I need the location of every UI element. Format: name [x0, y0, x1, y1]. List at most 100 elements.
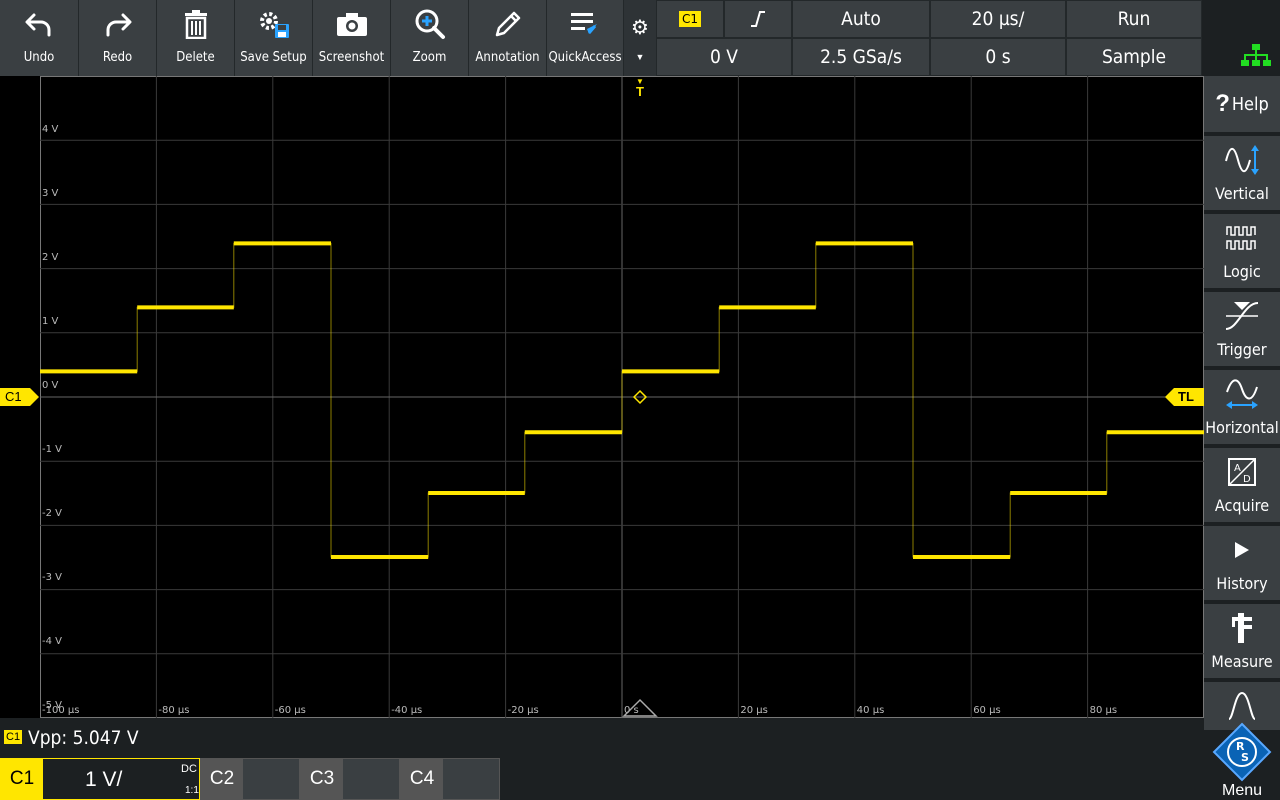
y-axis-label: 3 V: [42, 188, 59, 199]
toolbar: Undo Redo Delete Save Setup Screenshot Z…: [0, 0, 1280, 76]
vertical-label: Vertical: [1215, 184, 1269, 203]
measurement-bar: C1 Vpp: 5.047 V: [0, 718, 1204, 758]
rising-edge-icon: [751, 11, 765, 27]
zoom-label: Zoom: [412, 50, 447, 65]
x-axis-label: -20 µs: [508, 705, 539, 716]
acquire-icon: AD: [1226, 448, 1258, 496]
play-icon: [1232, 526, 1252, 574]
run-state-box[interactable]: Run: [1066, 0, 1202, 38]
save-setup-button[interactable]: Save Setup: [235, 0, 313, 76]
trigger-level-marker-label: TL: [1178, 389, 1194, 404]
y-axis-label: 2 V: [42, 252, 59, 263]
redo-label: Redo: [102, 50, 133, 65]
c1-offset-marker[interactable]: C1: [0, 388, 40, 406]
trigger-source-box[interactable]: C1: [656, 0, 724, 38]
logic-label: Logic: [1223, 262, 1261, 281]
menu-label: Menu: [1221, 782, 1263, 799]
help-button[interactable]: ? Help: [1204, 76, 1280, 134]
acquire-mode-box[interactable]: Sample: [1066, 38, 1202, 76]
history-button[interactable]: History: [1204, 526, 1280, 602]
help-icon: ?: [1215, 90, 1230, 117]
c2-channel-box[interactable]: C2: [200, 758, 300, 800]
gear-icon: ⚙: [631, 16, 649, 39]
measure-label: Measure: [1211, 652, 1273, 671]
x-axis-label: -100 µs: [42, 705, 79, 716]
horizontal-button[interactable]: Horizontal: [1204, 370, 1280, 446]
quickaccess-icon: [569, 0, 601, 48]
timebase-box[interactable]: 20 µs/: [930, 0, 1066, 38]
annotation-label: Annotation: [475, 50, 540, 65]
x-axis-label: 40 µs: [857, 705, 884, 716]
c3-label: C3: [301, 759, 343, 799]
trash-icon: [182, 0, 210, 48]
y-axis-label: -4 V: [42, 636, 62, 647]
svg-text:D: D: [1243, 474, 1251, 485]
y-axis-label: -1 V: [42, 444, 62, 455]
c2-label: C2: [201, 759, 243, 799]
trigger-level-box[interactable]: 0 V: [656, 38, 792, 76]
logic-button[interactable]: Logic: [1204, 214, 1280, 290]
x-axis-label: -40 µs: [391, 705, 422, 716]
delete-button[interactable]: Delete: [157, 0, 235, 76]
x-axis-label: -80 µs: [158, 705, 189, 716]
network-status[interactable]: [1205, 0, 1280, 76]
c1-channel-box[interactable]: C1 1 V/ DC 1:1: [0, 758, 200, 800]
svg-text:S: S: [1241, 751, 1249, 764]
pen-icon: [493, 0, 523, 48]
c1-scale: 1 V/: [85, 768, 123, 791]
settings-button[interactable]: ⚙ ▼: [624, 0, 656, 76]
undo-icon: [24, 0, 54, 48]
screenshot-button[interactable]: Screenshot: [313, 0, 391, 76]
y-axis-label: -2 V: [42, 508, 62, 519]
quickaccess-button[interactable]: QuickAccess: [547, 0, 624, 76]
vertical-button[interactable]: Vertical: [1204, 136, 1280, 212]
trigger-marker[interactable]: ▼ T: [633, 78, 647, 99]
undo-label: Undo: [23, 50, 55, 65]
trigger-label: Trigger: [1217, 340, 1267, 359]
undo-button[interactable]: Undo: [0, 0, 79, 76]
x-axis-label: 60 µs: [973, 705, 1000, 716]
annotation-button[interactable]: Annotation: [469, 0, 547, 76]
trigger-source-badge: C1: [679, 11, 702, 27]
c1-coupling: DC: [181, 763, 197, 775]
zoom-button[interactable]: Zoom: [391, 0, 469, 76]
measurement-value[interactable]: Vpp: 5.047 V: [28, 727, 139, 749]
camera-icon: [336, 0, 368, 48]
svg-text:A: A: [1234, 463, 1241, 474]
measurement-channel-badge: C1: [4, 730, 23, 744]
c3-channel-box[interactable]: C3: [300, 758, 400, 800]
horizontal-position-box[interactable]: 0 s: [930, 38, 1066, 76]
redo-button[interactable]: Redo: [79, 0, 157, 76]
save-setup-label: Save Setup: [240, 50, 307, 65]
menu-button[interactable]: R S Menu: [1204, 720, 1280, 800]
trigger-slope-box[interactable]: [724, 0, 792, 38]
x-axis-label: 80 µs: [1090, 705, 1117, 716]
trigger-mode-box[interactable]: Auto: [792, 0, 930, 38]
network-icon: [1241, 44, 1271, 66]
horizontal-label: Horizontal: [1205, 418, 1279, 437]
c1-offset-label: C1: [5, 389, 22, 404]
quickaccess-label: QuickAccess: [548, 50, 622, 65]
waveform-display[interactable]: 4 V3 V2 V1 V0 V-1 V-2 V-3 V-4 V-5 V -100…: [40, 76, 1204, 718]
c4-label: C4: [401, 759, 443, 799]
caliper-icon: [1229, 604, 1255, 652]
help-label: Help: [1231, 93, 1269, 115]
acquire-label: Acquire: [1214, 496, 1270, 515]
measure-button[interactable]: Measure: [1204, 604, 1280, 680]
c4-channel-box[interactable]: C4: [400, 758, 500, 800]
x-axis-label: -60 µs: [275, 705, 306, 716]
delete-label: Delete: [176, 50, 215, 65]
screenshot-label: Screenshot: [318, 50, 385, 65]
vertical-icon: [1224, 136, 1260, 184]
sample-rate-box[interactable]: 2.5 GSa/s: [792, 38, 930, 76]
acquire-button[interactable]: AD Acquire: [1204, 448, 1280, 524]
trigger-level-marker[interactable]: TL: [1164, 388, 1204, 406]
chevron-down-icon: ▼: [635, 51, 645, 62]
trigger-button[interactable]: Trigger: [1204, 292, 1280, 368]
y-axis-label: 1 V: [42, 316, 59, 327]
c1-label: C1: [1, 759, 43, 799]
x-axis-label: 20 µs: [740, 705, 767, 716]
right-menu: ? Help Vertical Logic Trigger Horizontal…: [1204, 76, 1280, 800]
trigger-marker-label: T: [636, 84, 644, 99]
logic-icon: [1226, 214, 1258, 262]
